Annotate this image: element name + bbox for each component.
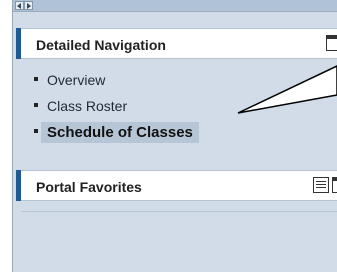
portal-favorites-title: Portal Favorites — [36, 179, 142, 195]
divider — [21, 211, 337, 212]
window-icon[interactable] — [332, 177, 337, 193]
portal-favorites-header: Portal Favorites — [21, 170, 337, 201]
menu-icon[interactable] — [313, 177, 329, 193]
portal-favorites-body — [13, 209, 337, 272]
callout-arrow — [237, 65, 337, 114]
